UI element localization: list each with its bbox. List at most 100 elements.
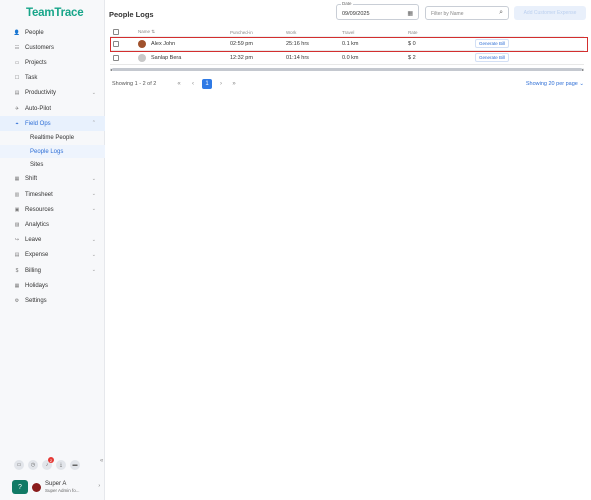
- sidebar-item-projects[interactable]: ▭ Projects: [0, 55, 105, 70]
- chevron-down-icon: ⌄: [91, 191, 96, 197]
- row-checkbox[interactable]: [113, 40, 119, 47]
- generate-bill-button[interactable]: Generate Bill: [475, 53, 510, 62]
- customers-icon: ☷: [14, 44, 20, 51]
- expense-icon: ▤: [14, 252, 20, 259]
- user-menu[interactable]: ? Super A Super Admin fo... ›: [12, 479, 102, 495]
- sidebar-subitem-people-logs[interactable]: People Logs: [0, 144, 105, 159]
- table-row[interactable]: Alex John 02:59 pm 25:16 hrs 0.1 km $ 0 …: [110, 37, 584, 51]
- sidebar-item-label: Task: [25, 75, 38, 82]
- sidebar-item-leave[interactable]: ↪ Leave ⌄: [0, 233, 105, 248]
- sidebar-item-timesheet[interactable]: ▥ Timesheet ⌄: [0, 187, 105, 202]
- sidebar-item-label: Projects: [25, 59, 47, 66]
- avatar: [138, 53, 146, 62]
- help-icon[interactable]: ?: [12, 480, 28, 494]
- row-checkbox-cell: [113, 37, 119, 50]
- per-page-select[interactable]: Showing 20 per page ⌄: [526, 81, 584, 87]
- punched-in-cell: 12:32 pm: [230, 54, 253, 61]
- sidebar-item-productivity[interactable]: ▤ Productivity ⌄: [0, 86, 105, 101]
- collapse-sidebar-icon[interactable]: «: [100, 458, 103, 464]
- prev-page-button[interactable]: ‹: [188, 79, 198, 89]
- settings-icon: ⚙: [14, 297, 20, 304]
- work-cell: 01:14 hrs: [286, 54, 309, 61]
- chevron-down-icon: ⌄: [91, 266, 96, 273]
- sidebar-bottom-icons: ▭ ◷ ♪ 2 ⤓ ▬: [14, 457, 80, 470]
- user-info: Super A Super Admin fo...: [45, 481, 80, 494]
- first-page-button[interactable]: «: [174, 79, 184, 89]
- name-cell: Alex John: [138, 37, 175, 50]
- column-header-name[interactable]: Name ⇅: [138, 28, 155, 36]
- sidebar-item-resources[interactable]: ▣ Resources ⌄: [0, 202, 105, 217]
- generate-bill-button[interactable]: Generate Bill: [475, 39, 510, 48]
- billing-icon: $: [15, 267, 19, 274]
- sidebar-item-label: Leave: [25, 237, 42, 244]
- message-icon[interactable]: ▬: [70, 460, 80, 470]
- chevron-down-icon: ⌄: [91, 206, 96, 213]
- sidebar-nav: 👤 People ☷ Customers ▭ Projects ☐ Task ▤…: [0, 25, 105, 309]
- calendar-icon[interactable]: ▦: [407, 10, 413, 17]
- sidebar-item-label: Field Ops: [25, 120, 51, 127]
- calendar-icon[interactable]: ▭: [14, 460, 24, 470]
- download-icon[interactable]: ⤓: [56, 460, 66, 470]
- sidebar-item-label: Expense: [25, 252, 49, 259]
- holidays-icon: ▦: [14, 282, 20, 289]
- sidebar-item-label: Timesheet: [25, 191, 53, 198]
- horizontal-scrollbar[interactable]: ◂ ▸: [110, 67, 584, 72]
- sidebar: TeamTrace 👤 People ☷ Customers ▭ Project…: [0, 0, 105, 500]
- field-ops-icon: ⌖: [15, 120, 19, 127]
- scroll-left-icon[interactable]: ◂: [110, 67, 112, 72]
- row-name: Sanlap Bera: [151, 54, 182, 61]
- sidebar-item-billing[interactable]: $ Billing ⌄: [0, 263, 105, 278]
- user-role: Super Admin fo...: [45, 487, 80, 493]
- select-all-cell: [113, 28, 119, 36]
- chevron-right-icon: ›: [98, 483, 100, 489]
- sidebar-item-expense[interactable]: ▤ Expense ⌄: [0, 248, 105, 263]
- people-logs-table: Name ⇅ Punched-in Work Travel Rate Alex …: [110, 28, 588, 65]
- filter-placeholder: Filter by Name: [431, 11, 464, 17]
- bell-icon[interactable]: ♪ 2: [42, 457, 54, 470]
- sidebar-item-field-ops[interactable]: ⌖ Field Ops ⌃: [0, 116, 105, 132]
- table-row[interactable]: Sanlap Bera 12:32 pm 01:14 hrs 0.0 km $ …: [110, 51, 584, 65]
- user-name: Super A: [45, 480, 67, 487]
- rate-cell: $ 0: [408, 40, 416, 47]
- travel-cell: 0.0 km: [342, 54, 359, 61]
- sidebar-item-people[interactable]: 👤 People: [0, 25, 105, 40]
- sidebar-item-label: People: [25, 29, 44, 36]
- column-header-punched-in: Punched-in: [230, 29, 253, 35]
- shift-icon: ▦: [14, 176, 20, 183]
- select-all-checkbox[interactable]: [113, 29, 119, 35]
- leave-icon: ↪: [14, 237, 20, 244]
- sidebar-item-task[interactable]: ☐ Task: [0, 71, 105, 86]
- avatar: [32, 482, 41, 492]
- action-cell: Generate Bill: [475, 51, 510, 64]
- pagination: Showing 1 - 2 of 2 « ‹ 1 › » Showing 20 …: [112, 78, 584, 90]
- page-1-button[interactable]: 1: [202, 79, 212, 89]
- sidebar-item-shift[interactable]: ▦ Shift ⌄: [0, 172, 105, 187]
- next-page-button[interactable]: ›: [216, 79, 226, 89]
- sidebar-item-holidays[interactable]: ▦ Holidays: [0, 278, 105, 293]
- chevron-down-icon: ⌄: [91, 89, 96, 96]
- add-customer-expense-button[interactable]: Add Customer Expense: [514, 6, 586, 20]
- clock-icon[interactable]: ◷: [28, 460, 38, 470]
- scrollbar-thumb[interactable]: [112, 68, 582, 71]
- last-page-button[interactable]: »: [229, 79, 239, 89]
- travel-cell: 0.1 km: [342, 40, 359, 47]
- sidebar-item-auto-pilot[interactable]: ✈ Auto-Pilot: [0, 101, 105, 116]
- productivity-icon: ▤: [14, 90, 20, 97]
- folder-icon: ▭: [14, 59, 20, 66]
- sidebar-item-analytics[interactable]: ▨ Analytics: [0, 217, 105, 232]
- sidebar-item-settings[interactable]: ⚙ Settings: [0, 293, 105, 308]
- autopilot-icon: ✈: [14, 105, 20, 112]
- sidebar-subitem-realtime-people[interactable]: Realtime People: [0, 131, 105, 145]
- search-icon[interactable]: ⌕: [499, 9, 503, 17]
- sidebar-item-customers[interactable]: ☷ Customers: [0, 40, 105, 55]
- row-checkbox[interactable]: [113, 54, 119, 61]
- scroll-right-icon[interactable]: ▸: [582, 67, 584, 72]
- filter-name-input[interactable]: Filter by Name ⌕: [425, 6, 509, 20]
- column-header-rate: Rate: [408, 29, 418, 35]
- column-header-travel: Travel: [342, 29, 355, 35]
- date-field[interactable]: Date 09/09/2025 ▦: [336, 1, 419, 20]
- punched-in-cell: 02:59 pm: [230, 40, 253, 47]
- sidebar-subitem-sites[interactable]: Sites: [0, 158, 105, 172]
- date-field-value: 09/09/2025: [342, 11, 370, 17]
- sidebar-item-label: Shift: [25, 176, 38, 183]
